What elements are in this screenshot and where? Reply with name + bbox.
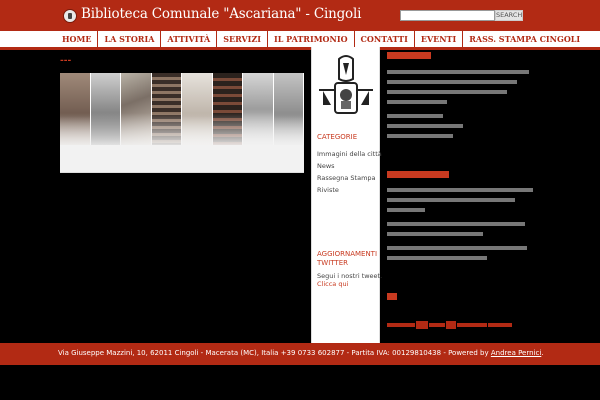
nav-item-contatti[interactable]: CONTATTI xyxy=(355,31,415,47)
site-title[interactable]: Biblioteca Comunale "Ascariana" - Cingol… xyxy=(81,6,361,22)
categories-heading: CATEGORIE xyxy=(317,133,358,141)
category-link-immagini[interactable]: Immagini della città xyxy=(317,148,382,160)
category-link-riviste[interactable]: Riviste xyxy=(317,184,381,196)
widget-heading xyxy=(387,52,431,59)
footer: Via Giuseppe Mazzini, 10, 62011 Cingoli … xyxy=(0,343,600,365)
post-title[interactable]: --- xyxy=(60,56,71,66)
nav-item-attivita[interactable]: ATTIVITÀ xyxy=(161,31,218,47)
library-emblem-icon[interactable] xyxy=(63,9,77,23)
category-list: Immagini della città News Rassegna Stamp… xyxy=(317,148,382,196)
header: Biblioteca Comunale "Ascariana" - Cingol… xyxy=(0,0,600,31)
nav-item-servizi[interactable]: SERVIZI xyxy=(217,31,268,47)
twitter-link[interactable]: Clicca qui xyxy=(317,280,348,288)
search-input[interactable] xyxy=(400,10,495,21)
promo-banner[interactable] xyxy=(387,319,525,331)
category-link-news[interactable]: News xyxy=(317,160,381,172)
widget-text-block xyxy=(387,188,537,260)
nav-item-il-patrimonio[interactable]: IL PATRIMONIO xyxy=(268,31,355,47)
widget-heading xyxy=(387,293,397,300)
footer-address: Via Giuseppe Mazzini, 10, 62011 Cingoli … xyxy=(58,349,544,357)
widget-text-block xyxy=(387,70,537,138)
coat-of-arms-icon xyxy=(319,55,373,114)
footer-author-link[interactable]: Andrea Pernici xyxy=(491,349,541,357)
twitter-heading: AGGIORNAMENTI TWITTER xyxy=(317,250,378,267)
nav-item-la-storia[interactable]: LA STORIA xyxy=(98,31,162,47)
search-button[interactable]: SEARCH xyxy=(495,10,523,21)
nav-item-rass-stampa-cingoli[interactable]: RASS. STAMPA CINGOLI xyxy=(463,31,586,47)
sidebar-column: CATEGORIE Immagini della città News Rass… xyxy=(311,47,382,347)
widget-heading xyxy=(387,171,449,178)
footer-address-text: Via Giuseppe Mazzini, 10, 62011 Cingoli … xyxy=(58,349,491,357)
library-banner-image xyxy=(60,73,304,173)
main-nav: HOME LA STORIA ATTIVITÀ SERVIZI IL PATRI… xyxy=(0,31,600,47)
right-sidebar xyxy=(384,47,544,342)
nav-item-home[interactable]: HOME xyxy=(58,31,99,47)
footer-end: . xyxy=(541,349,544,357)
category-link-rassegna-stampa[interactable]: Rassegna Stampa xyxy=(317,172,381,184)
nav-item-eventi[interactable]: EVENTI xyxy=(415,31,464,47)
